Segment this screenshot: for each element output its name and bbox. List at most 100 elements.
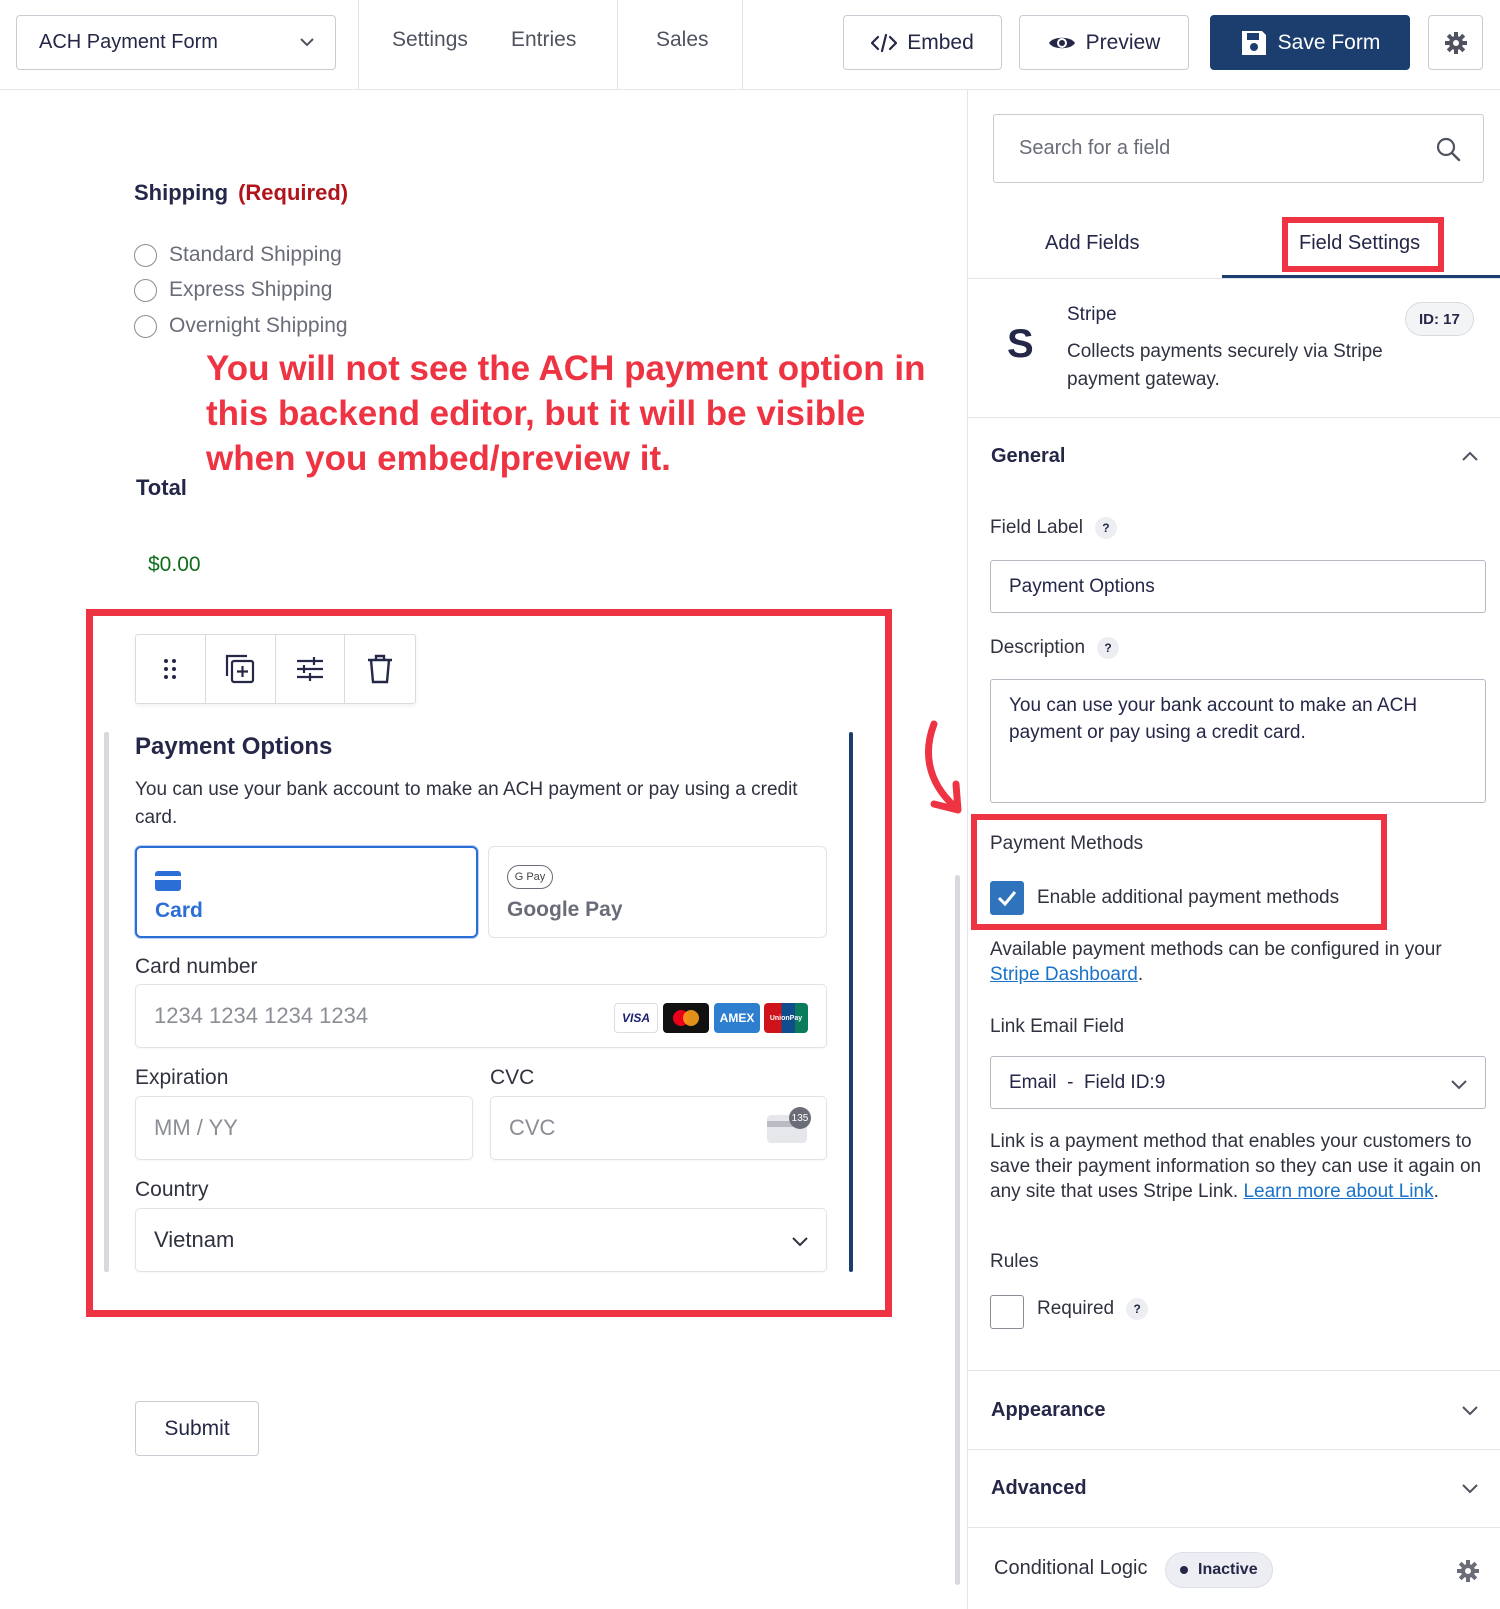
shipping-option-label: Standard Shipping: [169, 243, 342, 266]
field-label-input[interactable]: Payment Options: [990, 560, 1486, 613]
status-badge: Inactive: [1165, 1552, 1273, 1588]
save-form-button[interactable]: Save Form: [1210, 15, 1410, 70]
amex-icon: AMEX: [714, 1003, 760, 1033]
required-checkbox[interactable]: [990, 1295, 1024, 1329]
divider: [968, 1449, 1500, 1450]
shipping-option[interactable]: Standard Shipping: [134, 243, 342, 267]
status-dot: [1180, 1566, 1188, 1574]
floppy-disk-icon: [1241, 30, 1266, 55]
section-appearance-header[interactable]: Appearance: [991, 1399, 1106, 1422]
help-icon[interactable]: ?: [1094, 517, 1117, 539]
radio-button[interactable]: [134, 278, 157, 302]
save-form-label: Save Form: [1277, 30, 1381, 54]
enable-methods-checkbox[interactable]: [990, 881, 1024, 915]
card-number-placeholder: 1234 1234 1234 1234: [154, 1003, 369, 1028]
chevron-down-icon[interactable]: [1460, 1400, 1480, 1420]
expiration-input[interactable]: MM / YY: [135, 1096, 473, 1160]
preview-button[interactable]: Preview: [1019, 15, 1189, 70]
field-label-text: Field Label: [990, 517, 1083, 538]
drag-handle[interactable]: [136, 635, 206, 703]
divider: [358, 0, 359, 90]
card-number-input[interactable]: 1234 1234 1234 1234 VISA AMEX UnionPay: [135, 984, 827, 1048]
check-icon: [997, 891, 1017, 907]
description-value: You can use your bank account to make an…: [1009, 695, 1418, 743]
annotation-highlight-box: [1282, 217, 1444, 272]
description-textarea[interactable]: You can use your bank account to make an…: [990, 679, 1486, 803]
chevron-down-icon[interactable]: [1460, 1478, 1480, 1498]
form-selector[interactable]: ACH Payment Form: [16, 15, 336, 70]
divider: [968, 417, 1500, 418]
payment-options-description: You can use your bank account to make an…: [135, 779, 798, 828]
mastercard-icon: [663, 1003, 709, 1033]
cvc-card-icon: 135: [767, 1107, 811, 1143]
nav-entries[interactable]: Entries: [511, 28, 576, 52]
section-advanced-header[interactable]: Advanced: [991, 1477, 1087, 1500]
submit-button[interactable]: Submit: [135, 1401, 259, 1456]
sliders-icon: [296, 657, 323, 681]
status-text: Inactive: [1198, 1561, 1258, 1578]
radio-button[interactable]: [134, 243, 157, 267]
section-general-header[interactable]: General: [991, 445, 1065, 468]
chevron-down-icon: [792, 1237, 808, 1247]
divider: [968, 278, 1500, 279]
field-id-badge: ID: 17: [1405, 302, 1474, 336]
search-icon: [1436, 137, 1461, 162]
scrollbar[interactable]: [955, 875, 960, 1585]
duplicate-button[interactable]: [206, 635, 276, 703]
payment-options-title: Payment Options: [135, 733, 333, 760]
total-label: Total: [136, 475, 187, 500]
shipping-option[interactable]: Express Shipping: [134, 278, 332, 302]
available-methods-note: Available payment methods can be configu…: [990, 939, 1442, 985]
chevron-down-icon: [1451, 1080, 1467, 1090]
stripe-dashboard-link[interactable]: Stripe Dashboard: [990, 964, 1138, 985]
divider: [742, 0, 743, 90]
payment-methods-label: Payment Methods: [990, 833, 1144, 854]
shipping-option-label: Express Shipping: [169, 278, 333, 301]
shipping-option-label: Overnight Shipping: [169, 314, 348, 337]
radio-button[interactable]: [134, 314, 157, 338]
drag-dots-icon: [164, 659, 177, 679]
link-email-select[interactable]: Email - Field ID:9: [990, 1056, 1486, 1109]
delete-button[interactable]: [345, 635, 415, 703]
divider: [968, 1527, 1500, 1528]
annotation-callout: You will not see the ACH payment option …: [206, 349, 926, 478]
shipping-option[interactable]: Overnight Shipping: [134, 314, 348, 338]
country-select[interactable]: Vietnam: [135, 1208, 827, 1272]
cvc-input[interactable]: CVC 135: [490, 1096, 827, 1160]
learn-more-link[interactable]: Learn more about Link: [1243, 1181, 1433, 1202]
link-description: Link is a payment method that enables yo…: [990, 1131, 1482, 1202]
gear-icon: [1444, 31, 1467, 54]
nav-settings[interactable]: Settings: [392, 28, 468, 52]
field-search[interactable]: Search for a field: [993, 114, 1484, 183]
google-pay-icon: G Pay: [507, 865, 553, 889]
field-options-button[interactable]: [276, 635, 346, 703]
settings-button[interactable]: [1428, 15, 1483, 70]
embed-button[interactable]: Embed: [843, 15, 1002, 70]
form-selector-label: ACH Payment Form: [39, 31, 218, 53]
gear-icon[interactable]: [1456, 1559, 1480, 1583]
payment-method-card[interactable]: Card: [135, 846, 478, 938]
help-icon[interactable]: ?: [1126, 1298, 1149, 1320]
code-icon: [871, 33, 898, 52]
help-icon[interactable]: ?: [1097, 637, 1120, 659]
payment-method-google-pay[interactable]: G Pay Google Pay: [488, 846, 827, 938]
nav-sales[interactable]: Sales: [656, 28, 709, 52]
link-email-value: Email - Field ID:9: [1009, 1071, 1166, 1093]
search-placeholder: Search for a field: [1019, 137, 1171, 159]
chevron-down-icon: [300, 38, 314, 47]
divider: [968, 1370, 1500, 1371]
chevron-up-icon[interactable]: [1460, 447, 1480, 467]
divider: [617, 0, 618, 90]
embed-label: Embed: [907, 30, 974, 54]
cvc-label: CVC: [490, 1066, 535, 1089]
required-heading: Required ?: [1037, 1298, 1149, 1320]
cvc-badge: 135: [789, 1107, 811, 1129]
visa-icon: VISA: [614, 1003, 658, 1033]
top-bar: ACH Payment Form Settings Entries Sales …: [0, 0, 1500, 90]
link-email-label: Link Email Field: [990, 1016, 1125, 1037]
expiration-placeholder: MM / YY: [154, 1115, 238, 1140]
tab-add-fields[interactable]: Add Fields: [1045, 232, 1140, 255]
shipping-field-label: Shipping (Required): [134, 180, 348, 206]
card-number-label: Card number: [135, 955, 258, 978]
available-methods-text: Available payment methods can be configu…: [990, 939, 1442, 960]
